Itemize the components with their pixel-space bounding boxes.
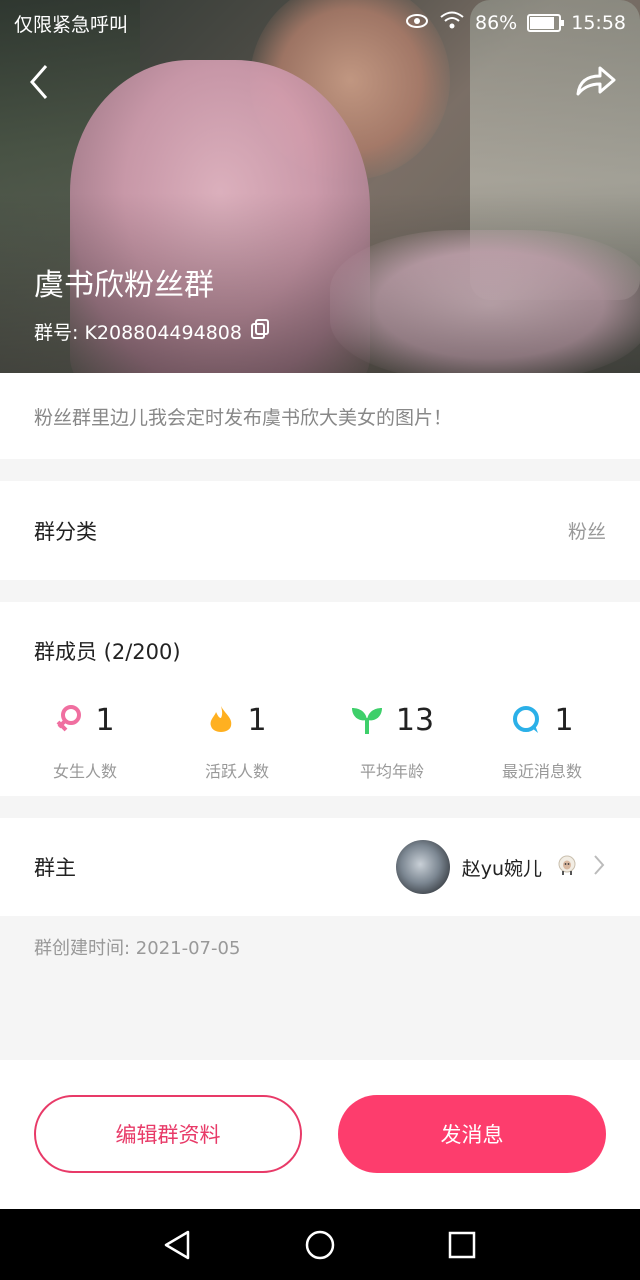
sprout-icon bbox=[351, 708, 382, 734]
stat-age: 13 平均年龄 bbox=[322, 700, 462, 782]
owner-label: 群主 bbox=[34, 856, 76, 880]
group-category-row[interactable]: 群分类 粉丝 bbox=[0, 481, 640, 580]
sheep-icon bbox=[554, 854, 580, 880]
members-title: 群成员 (2/200) bbox=[34, 640, 181, 664]
stat-active-caption: 活跃人数 bbox=[204, 762, 269, 781]
group-id: 群号: K208804494808 bbox=[34, 322, 242, 344]
back-icon bbox=[30, 65, 48, 99]
battery-icon bbox=[527, 13, 565, 32]
category-label: 群分类 bbox=[34, 519, 97, 544]
members-card[interactable]: 群成员 (2/200) 1 女生人数 1 活跃人数 13 平均年龄 1 最近消息… bbox=[0, 602, 640, 796]
share-button[interactable] bbox=[574, 62, 618, 102]
group-name: 虞书欣粉丝群 bbox=[34, 268, 214, 303]
fire-icon bbox=[211, 706, 232, 732]
category-value: 粉丝 bbox=[567, 521, 606, 543]
stat-age-caption: 平均年龄 bbox=[359, 762, 424, 781]
clock: 15:58 bbox=[571, 11, 626, 34]
copy-icon[interactable] bbox=[250, 318, 270, 345]
back-button[interactable] bbox=[22, 60, 58, 104]
emergency-call-text: 仅限紧急呼叫 bbox=[14, 14, 129, 36]
chat-bubble-icon bbox=[513, 706, 540, 733]
stat-messages-value: 1 bbox=[554, 702, 574, 738]
owner-name: 赵yu婉儿 bbox=[461, 857, 542, 880]
home-circle-icon[interactable] bbox=[302, 1227, 338, 1263]
stat-female: 1 女生人数 bbox=[15, 700, 155, 782]
battery-percent: 86% bbox=[475, 11, 518, 34]
send-message-button[interactable]: 发消息 bbox=[338, 1095, 606, 1173]
recents-square-icon[interactable] bbox=[444, 1227, 480, 1263]
stat-female-value: 1 bbox=[95, 702, 115, 738]
stat-messages: 1 最近消息数 bbox=[472, 700, 612, 782]
eye-icon bbox=[405, 12, 429, 34]
group-id-row: 群号: K208804494808 bbox=[34, 318, 270, 345]
battery-fill bbox=[530, 16, 555, 29]
status-bar: 仅限紧急呼叫 86% 15:58 bbox=[0, 0, 640, 44]
stat-age-value: 13 bbox=[395, 702, 435, 738]
system-nav-bar bbox=[0, 1209, 640, 1280]
stat-messages-caption: 最近消息数 bbox=[501, 762, 582, 781]
female-icon bbox=[57, 705, 82, 732]
group-owner-row[interactable]: 群主 赵yu婉儿 bbox=[0, 818, 640, 916]
stat-active-value: 1 bbox=[247, 702, 267, 738]
group-description: 粉丝群里边儿我会定时发布虞书欣大美女的图片！ bbox=[0, 373, 640, 459]
share-icon bbox=[576, 66, 616, 96]
stat-female-caption: 女生人数 bbox=[52, 762, 117, 781]
created-date: 群创建时间: 2021-07-05 bbox=[34, 938, 241, 959]
edit-group-button[interactable]: 编辑群资料 bbox=[34, 1095, 302, 1173]
wifi-icon bbox=[439, 10, 465, 35]
avatar[interactable] bbox=[395, 840, 450, 894]
chevron-right-icon bbox=[592, 853, 606, 881]
back-triangle-icon[interactable] bbox=[160, 1227, 196, 1263]
stat-active: 1 活跃人数 bbox=[167, 700, 307, 782]
